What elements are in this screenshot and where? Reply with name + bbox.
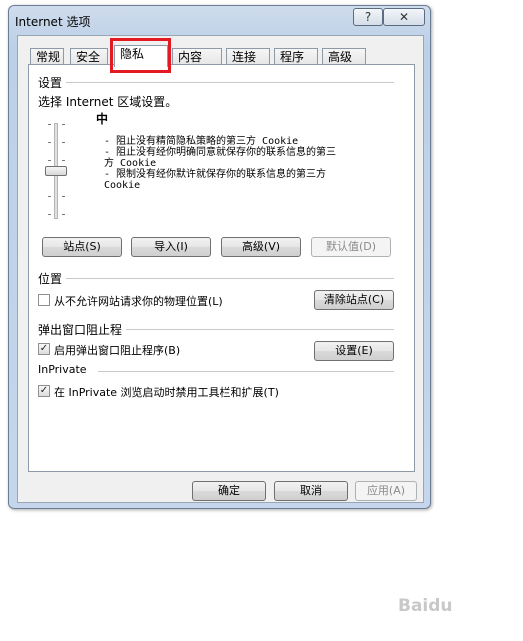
location-checkbox[interactable] <box>38 294 50 306</box>
cancel-button[interactable]: 取消 <box>274 481 348 501</box>
slider-tick <box>48 142 51 143</box>
popup-heading: 弹出窗口阻止程 <box>38 321 127 338</box>
inprivate-heading: InPrivate <box>38 363 91 376</box>
popup-checkbox-label[interactable]: 启用弹出窗口阻止程序(B) <box>54 342 180 358</box>
privacy-level-slider-thumb[interactable] <box>45 166 67 176</box>
internet-options-dialog: Internet 选项 ? ✕ 常规 安全 隐私 内容 连接 程序 高级 确定 … <box>8 5 431 509</box>
slider-tick <box>48 196 51 197</box>
inprivate-checkbox-label[interactable]: 在 InPrivate 浏览启动时禁用工具栏和扩展(T) <box>54 384 279 400</box>
settings-instruction: 选择 Internet 区域设置。 <box>38 95 178 109</box>
slider-tick <box>62 142 65 143</box>
default-button[interactable]: 默认值(D) <box>311 237 391 257</box>
slider-tick <box>48 160 51 161</box>
privacy-panel <box>28 64 415 472</box>
highlight-annotation-box <box>110 38 171 73</box>
ok-button[interactable]: 确定 <box>192 481 266 501</box>
close-button[interactable]: ✕ <box>383 8 425 26</box>
apply-button[interactable]: 应用(A) <box>355 481 417 501</box>
slider-tick <box>48 124 51 125</box>
settings-heading: 设置 <box>38 74 67 91</box>
slider-tick <box>62 124 65 125</box>
slider-tick <box>48 214 51 215</box>
window-title: Internet 选项 <box>15 15 91 29</box>
slider-tick <box>62 196 65 197</box>
title-bar[interactable]: Internet 选项 ? ✕ <box>9 6 430 34</box>
advanced-button[interactable]: 高级(V) <box>221 237 301 257</box>
settings-divider <box>66 82 394 83</box>
inprivate-divider <box>98 371 394 372</box>
popup-settings-button[interactable]: 设置(E) <box>314 341 394 361</box>
watermark-logo: Baidu <box>398 596 453 616</box>
import-button[interactable]: 导入(I) <box>131 237 211 257</box>
popup-divider <box>122 329 394 330</box>
help-button[interactable]: ? <box>353 8 383 26</box>
slider-tick <box>62 160 65 161</box>
location-checkbox-label[interactable]: 从不允许网站请求你的物理位置(L) <box>54 293 223 309</box>
sites-button[interactable]: 站点(S) <box>42 237 122 257</box>
location-heading: 位置 <box>38 270 67 287</box>
privacy-level-description: - 阻止没有精简隐私策略的第三方 Cookie - 阻止没有经你明确同意就保存你… <box>104 136 337 191</box>
popup-checkbox[interactable]: ✓ <box>38 343 50 355</box>
slider-tick <box>62 214 65 215</box>
privacy-level-name: 中 <box>96 112 109 126</box>
inprivate-checkbox[interactable]: ✓ <box>38 385 50 397</box>
location-divider <box>66 278 394 279</box>
clear-sites-button[interactable]: 清除站点(C) <box>314 290 394 310</box>
